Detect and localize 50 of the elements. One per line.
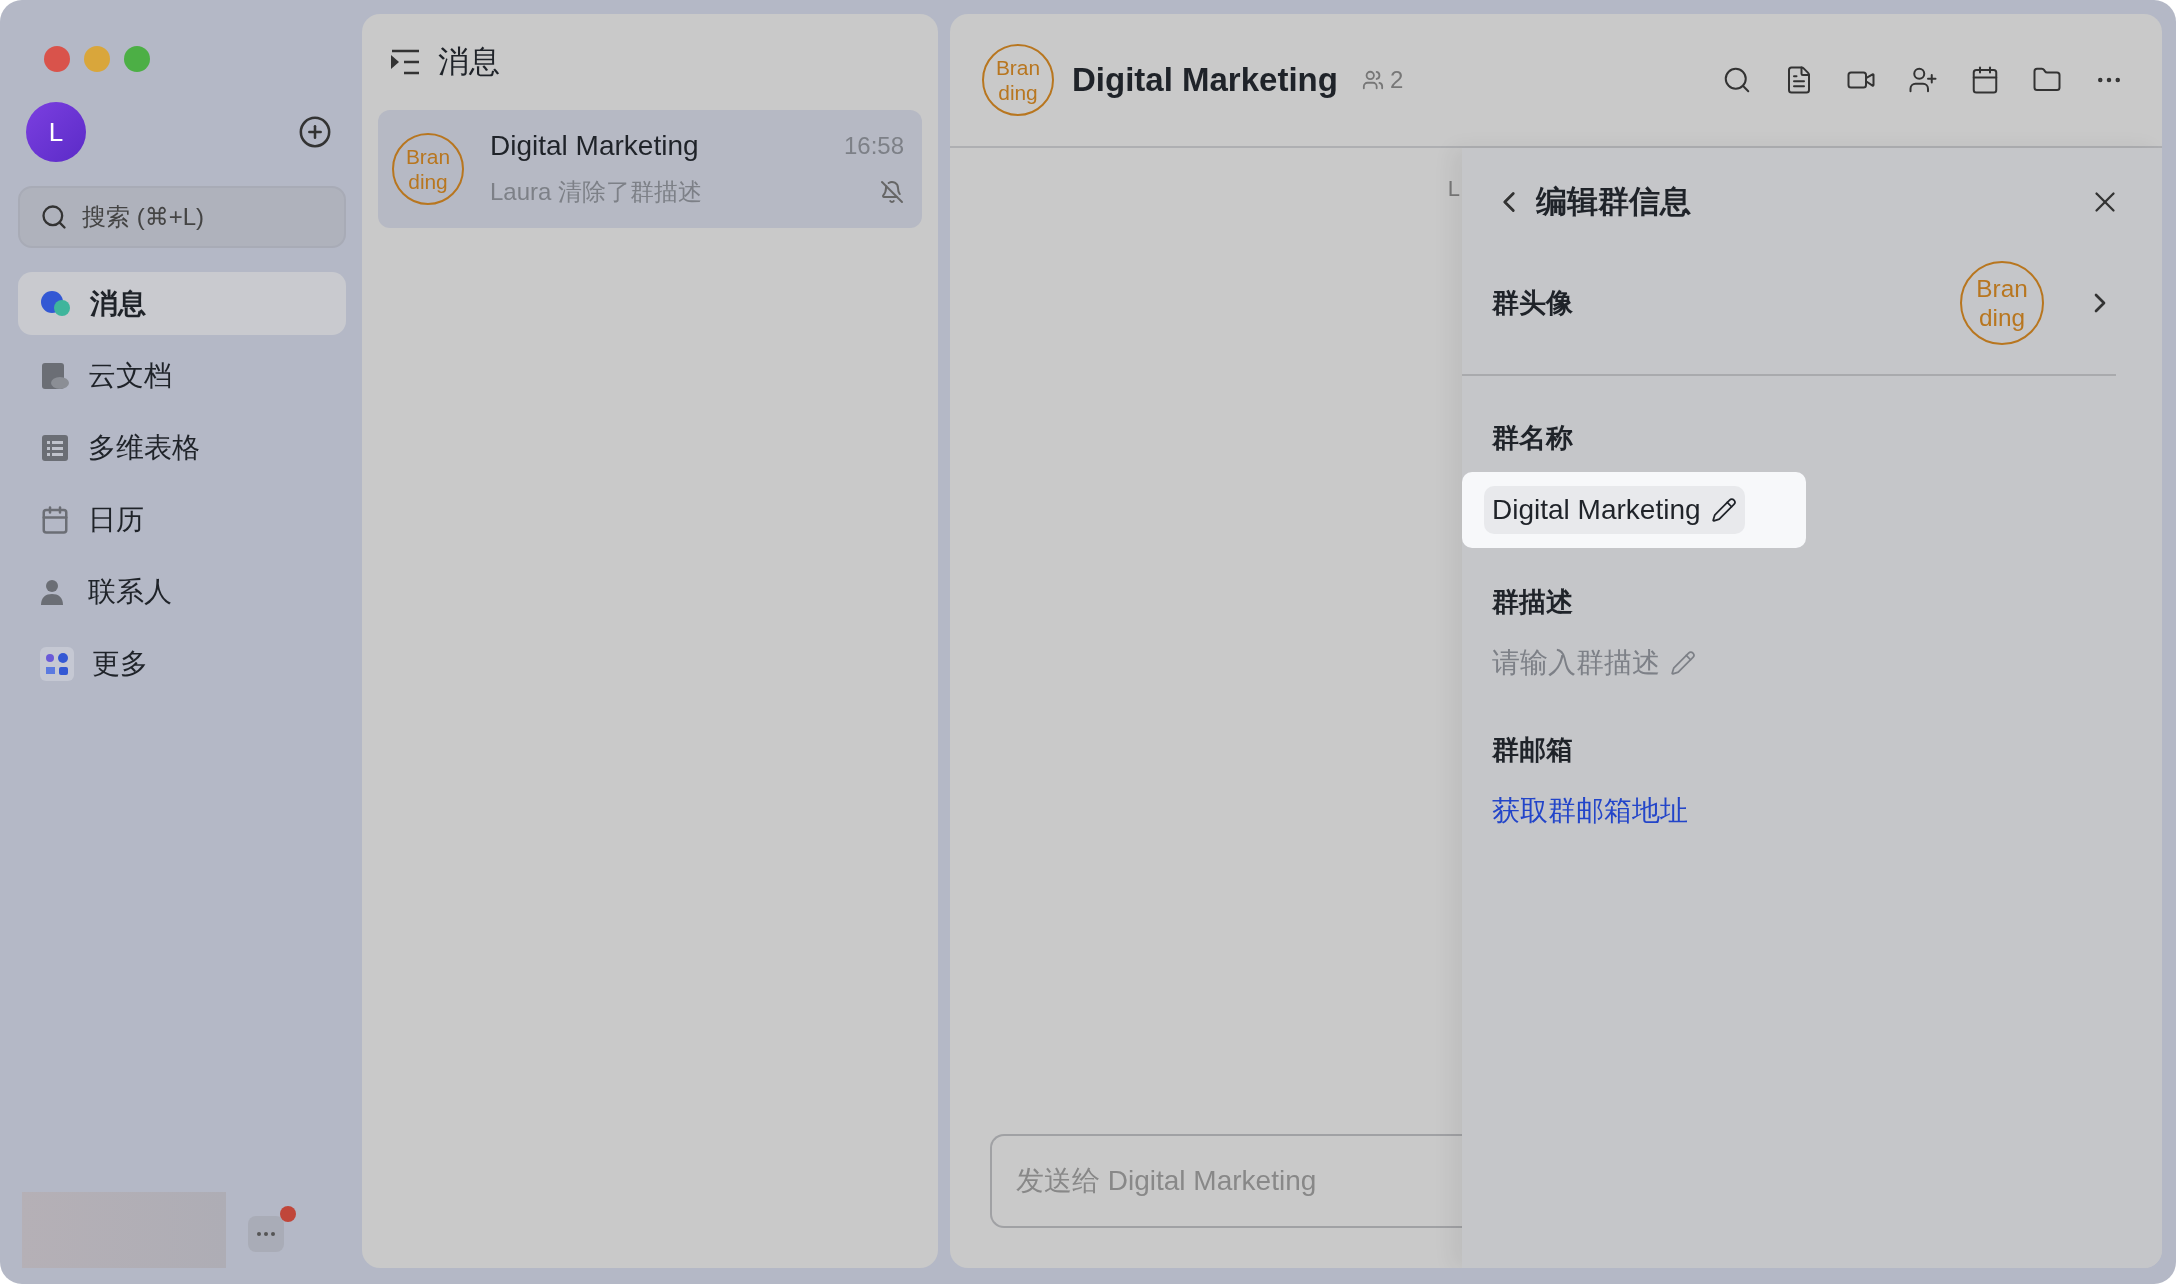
chat-time: 16:58: [843, 132, 904, 160]
chat-name: Digital Marketing: [490, 130, 699, 162]
more-icon: [257, 1232, 275, 1236]
collapse-list-icon[interactable]: [390, 49, 420, 75]
message-input[interactable]: 发送给 Digital Marketing: [990, 1134, 1462, 1228]
chat-preview: Laura 清除了群描述: [490, 177, 703, 207]
panel-title: 消息: [438, 43, 500, 81]
group-avatar-row[interactable]: 群头像 Bran ding: [1462, 232, 2116, 376]
field-label: 群名称: [1492, 422, 1574, 455]
sidebar-item[interactable]: 日历: [18, 488, 346, 551]
group-name-field[interactable]: Digital Marketing: [1484, 486, 1745, 534]
sidebar-item-label: 联系人: [88, 574, 172, 609]
sidebar-item[interactable]: 云文档: [18, 344, 346, 407]
search-field[interactable]: 搜索 (⌘+L): [18, 186, 346, 248]
more-button[interactable]: [248, 1216, 284, 1252]
sidebar-item-label: 云文档: [88, 358, 172, 393]
sidebar-item-label: 日历: [88, 502, 144, 537]
sidebar-item[interactable]: 更多: [18, 632, 346, 695]
sidebar-item[interactable]: 消息: [18, 272, 346, 335]
search-icon: [40, 203, 68, 231]
get-mailbox-link[interactable]: 获取群邮箱地址: [1492, 792, 2162, 830]
chat-bubbles-icon: [40, 288, 72, 319]
group-avatar: Bran ding: [392, 133, 464, 205]
edit-icon: [1670, 650, 1696, 676]
members-icon: [1361, 69, 1384, 91]
panel-title: 编辑群信息: [1536, 183, 1691, 221]
sidebar-item[interactable]: 多维表格: [18, 416, 346, 479]
search-icon[interactable]: [1722, 65, 1752, 95]
chat-title: Digital Marketing: [1072, 61, 1338, 99]
calendar-icon: [40, 504, 70, 535]
field-label: 群邮箱: [1492, 734, 1574, 767]
group-avatar: Bran ding: [982, 44, 1054, 116]
sidebar-item-label: 多维表格: [88, 430, 200, 465]
field-label: 群头像: [1492, 287, 1573, 320]
edit-icon: [1710, 497, 1737, 523]
list-grid-icon: [40, 432, 70, 463]
add-icon[interactable]: [298, 115, 332, 149]
sidebar-item-label: 更多: [92, 646, 148, 681]
group-avatar: Bran ding: [1960, 261, 2044, 345]
apps-icon: [40, 646, 74, 681]
sidebar-item[interactable]: 联系人: [18, 560, 346, 623]
member-count: 2: [1389, 66, 1404, 94]
add-person-icon[interactable]: [1908, 65, 1938, 95]
user-avatar[interactable]: L: [26, 102, 86, 162]
calendar-icon[interactable]: [1970, 65, 2000, 95]
chat-item[interactable]: Bran ding Digital Marketing 16:58 Laura 清除了群描述: [378, 110, 922, 228]
field-label: 群描述: [1492, 586, 1574, 619]
document-cloud-icon: [40, 360, 70, 391]
sidebar-item-label: 消息: [90, 286, 146, 321]
message-fragment: L: [1447, 176, 1460, 202]
